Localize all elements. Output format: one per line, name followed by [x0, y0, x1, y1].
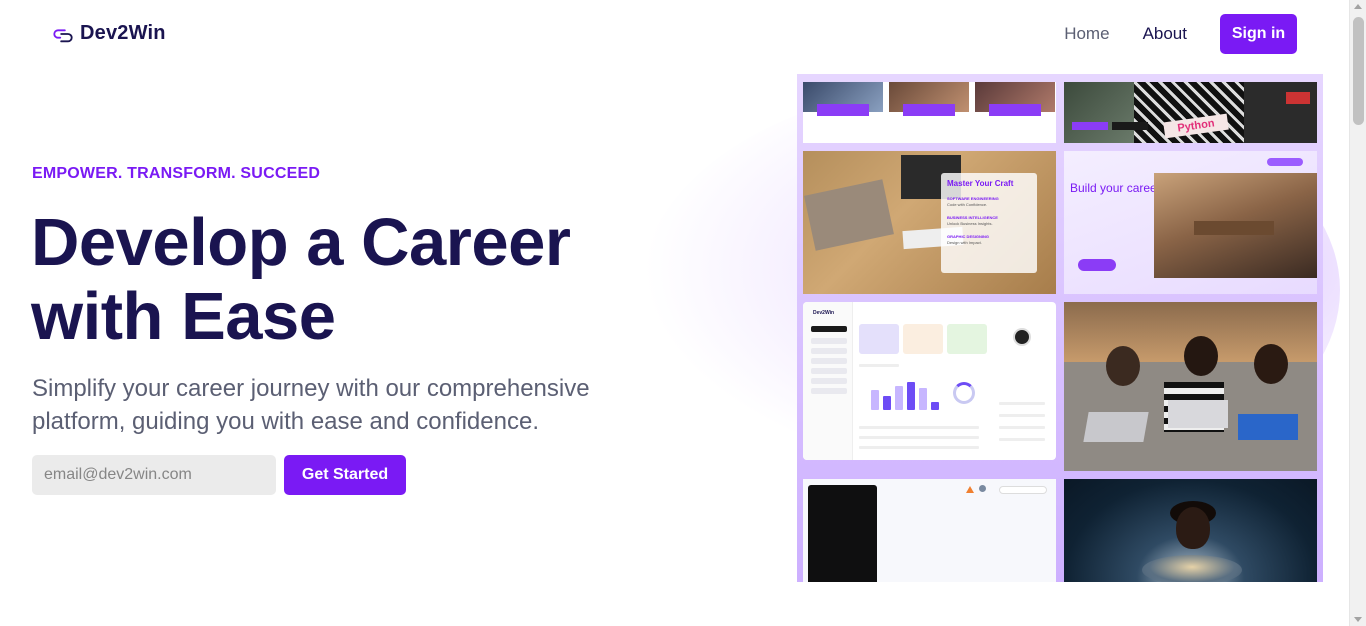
- collage-tile-desk: Master Your Craft SOFTWARE ENGINEERING C…: [803, 151, 1056, 294]
- scroll-down-icon[interactable]: [1354, 617, 1362, 622]
- build-career-title: Build your career: [1070, 181, 1161, 195]
- dashboard-text-line: [999, 414, 1045, 417]
- dashboard-bar: [871, 390, 879, 410]
- team-table: [1194, 221, 1274, 235]
- dashboard-nav-item: [811, 348, 847, 354]
- person-head: [1254, 344, 1288, 384]
- collage-photo: [1064, 82, 1134, 143]
- dashboard-bar: [919, 388, 927, 410]
- collage-tile-build-career: Build your career: [1064, 151, 1317, 294]
- signin-button[interactable]: Sign in: [1220, 14, 1297, 54]
- dashboard-bar: [907, 382, 915, 410]
- craft-item-label: SOFTWARE ENGINEERING: [947, 196, 999, 201]
- craft-item-sub: Code with Confidence.: [947, 202, 988, 207]
- dashboard-bar: [895, 386, 903, 410]
- dashboard-course-card: [947, 324, 987, 354]
- dashboard-nav-item: [811, 358, 847, 364]
- collage-tile-three-women: [1064, 302, 1317, 471]
- main-nav: Home About Sign in: [1064, 14, 1297, 54]
- laptop: [1083, 412, 1149, 442]
- dashboard-text-line: [859, 364, 899, 367]
- dashboard-avatar: [1013, 328, 1031, 346]
- dashboard-gauge: [953, 382, 975, 404]
- collage-tile-mentorship: [803, 82, 1056, 143]
- collage-badge: [1286, 92, 1310, 104]
- collage-label: [903, 104, 955, 116]
- dashboard-bar: [931, 402, 939, 410]
- dashboard-nav-item: [811, 326, 847, 332]
- dashboard-text-line: [999, 402, 1045, 405]
- dashboard-nav-item: [811, 388, 847, 394]
- warning-icon: [966, 486, 974, 493]
- collage-button: [1072, 122, 1108, 130]
- site-header: Dev2Win Home About Sign in: [0, 0, 1329, 68]
- dashboard-sidebar: Dev2Win: [803, 302, 853, 460]
- hero-title: Develop a Career with Ease: [31, 205, 571, 354]
- chat-item: [818, 515, 872, 525]
- desk-envelope: [804, 179, 894, 251]
- dashboard-nav-item: [811, 368, 847, 374]
- laptop: [1238, 414, 1298, 440]
- dashboard-text-line: [859, 436, 979, 439]
- chat-item: [818, 531, 872, 541]
- hero-subtitle: Simplify your career journey with our co…: [32, 375, 590, 435]
- page-scrollbar[interactable]: [1349, 0, 1366, 626]
- dashboard-text-line: [859, 446, 979, 449]
- dashboard-course-card: [903, 324, 943, 354]
- dashboard-text-line: [999, 438, 1045, 441]
- craft-item-sub: Design with Impact.: [947, 240, 982, 245]
- dashboard-text-line: [999, 426, 1045, 429]
- collage-tile-glowing-hands: [1064, 479, 1317, 582]
- collage-pill: [1267, 158, 1303, 166]
- person-head: [1106, 346, 1140, 386]
- craft-card-title: Master Your Craft: [947, 179, 1014, 188]
- dashboard-text-line: [859, 426, 979, 429]
- hero-eyebrow: EMPOWER. TRANSFORM. SUCCEED: [32, 165, 321, 182]
- chat-item: [818, 563, 872, 573]
- build-career-button: [1078, 259, 1116, 271]
- person-head: [1176, 507, 1210, 549]
- collage-tile-chat: [803, 479, 1056, 582]
- dashboard-bar: [883, 396, 891, 410]
- craft-card: Master Your Craft SOFTWARE ENGINEERING C…: [941, 173, 1037, 273]
- person-head: [1184, 336, 1218, 376]
- dashboard-nav-item: [811, 378, 847, 384]
- chat-item: [818, 547, 872, 557]
- collage-label: [817, 104, 869, 116]
- craft-item-sub: Unlock Business Insights.: [947, 221, 993, 226]
- user-icon: [979, 485, 986, 492]
- collage-label: [989, 104, 1041, 116]
- craft-item-label: GRAPHIC DESIGNING: [947, 234, 990, 239]
- email-input[interactable]: [32, 455, 276, 495]
- scroll-thumb[interactable]: [1353, 17, 1364, 125]
- dashboard-course-card: [859, 324, 899, 354]
- scroll-up-icon[interactable]: [1354, 4, 1362, 9]
- brand-logo[interactable]: Dev2Win: [52, 22, 166, 45]
- dashboard-nav-item: [811, 338, 847, 344]
- dashboard-brand: Dev2Win: [813, 310, 835, 316]
- collage-tile-dashboard: Dev2Win: [803, 302, 1056, 460]
- laptop: [1168, 400, 1228, 428]
- glowing-hands: [1142, 555, 1242, 582]
- collage-tile-python: Python: [1064, 82, 1317, 143]
- chat-search: [999, 486, 1047, 494]
- brand-name: Dev2Win: [80, 22, 166, 44]
- craft-item-label: BUSINESS INTELLIGENCE: [947, 215, 998, 220]
- collage-button: [1112, 122, 1148, 130]
- link-icon: [53, 28, 73, 42]
- nav-home-link[interactable]: Home: [1064, 24, 1109, 44]
- hero-image-collage: Python Master Your Craft SOFTWARE ENGINE…: [797, 74, 1323, 582]
- get-started-button[interactable]: Get Started: [284, 455, 406, 495]
- chat-sidebar: [808, 485, 877, 582]
- nav-about-link[interactable]: About: [1143, 24, 1187, 44]
